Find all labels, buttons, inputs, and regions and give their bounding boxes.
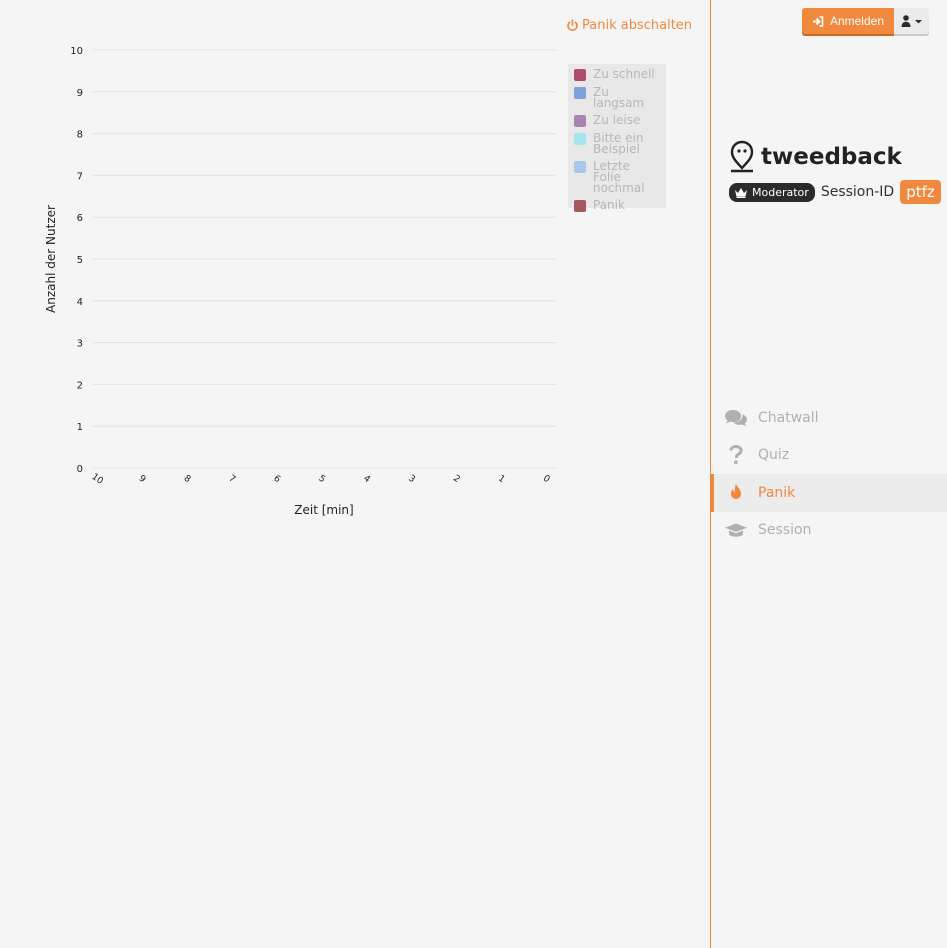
legend-item[interactable]: Zu langsam: [574, 85, 660, 110]
x-axis-label: Zeit [min]: [294, 503, 353, 517]
moderator-badge: Moderator: [729, 182, 815, 202]
sidebar-item-label: Quiz: [758, 447, 790, 464]
sidebar: Anmelden tweedback Moderator Session-ID …: [710, 0, 947, 948]
sidebar-item-panik[interactable]: Panik: [711, 474, 947, 512]
legend-swatch: [574, 115, 586, 127]
crown-icon: [735, 187, 747, 198]
x-tick-label: 4: [361, 474, 372, 486]
legend-item[interactable]: Zu schnell: [574, 67, 660, 81]
x-tick-label: 5: [316, 474, 326, 485]
legend-item[interactable]: Letzte Folie nochmal: [574, 159, 660, 195]
legend-label: Bitte ein Beispiel: [593, 131, 644, 156]
y-tick-label: 1: [77, 422, 83, 433]
tweedback-logo-icon: [730, 140, 754, 173]
session-id-label: Session-ID: [820, 184, 895, 200]
question-icon: [724, 445, 748, 465]
panic-off-button[interactable]: Panik abschalten: [566, 18, 692, 33]
legend-label: Letzte Folie nochmal: [593, 159, 645, 195]
account-controls: Anmelden: [801, 8, 929, 34]
legend-swatch: [574, 161, 586, 173]
x-tick-label: 10: [90, 472, 105, 487]
y-axis-label: Anzahl der Nutzer: [44, 205, 58, 313]
sidebar-nav: Chatwall Quiz Panik Session: [711, 399, 947, 549]
legend-label: Zu schnell: [593, 67, 655, 81]
x-tick-label: 2: [451, 474, 461, 485]
legend-item[interactable]: Zu leise: [574, 113, 660, 127]
x-tick-label: 1: [496, 474, 506, 485]
sidebar-item-label: Session: [758, 522, 812, 539]
y-tick-label: 2: [77, 380, 83, 391]
y-tick-label: 10: [70, 46, 83, 57]
sidebar-item-quiz[interactable]: Quiz: [711, 437, 947, 475]
legend-swatch: [574, 69, 586, 81]
legend-label: Zu leise: [593, 113, 641, 127]
fire-icon: [724, 483, 748, 503]
legend-swatch: [574, 133, 586, 145]
legend-swatch: [574, 87, 586, 99]
y-tick-label: 6: [77, 213, 83, 224]
sidebar-item-label: Chatwall: [758, 409, 819, 426]
y-tick-label: 4: [77, 297, 83, 308]
sidebar-item-label: Panik: [758, 484, 796, 501]
y-tick-label: 7: [77, 171, 83, 182]
y-tick-label: 3: [77, 339, 83, 350]
session-info: Moderator Session-ID ptfz: [729, 180, 941, 204]
comments-icon: [724, 408, 748, 428]
x-tick-label: 7: [227, 474, 237, 485]
brand-logo: tweedback: [729, 140, 902, 173]
legend-label: Panik: [593, 198, 625, 212]
legend-item[interactable]: Bitte ein Beispiel: [574, 131, 660, 156]
main-panel: 0 1 2 3 4 5 6 7 8 9 10 10 9 8 7 6 5 4 3 2 1 0 Anzahl der Nutze…: [0, 0, 710, 948]
user-menu-button[interactable]: [894, 8, 929, 34]
y-tick-label: 0: [77, 464, 83, 475]
sidebar-item-chatwall[interactable]: Chatwall: [711, 399, 947, 437]
panic-off-label: Panik abschalten: [582, 18, 693, 33]
login-label: Anmelden: [829, 14, 884, 28]
x-tick-label: 9: [137, 474, 148, 486]
sidebar-item-session[interactable]: Session: [711, 512, 947, 550]
x-tick-label: 6: [272, 474, 283, 486]
y-tick-label: 8: [77, 130, 83, 141]
power-icon: [567, 19, 578, 31]
login-button[interactable]: Anmelden: [801, 8, 894, 34]
x-tick-label: 8: [182, 474, 193, 486]
y-tick-label: 9: [77, 88, 83, 99]
x-tick-label: 0: [541, 474, 552, 486]
sign-in-icon: [812, 15, 824, 27]
legend-label: Zu langsam: [593, 85, 645, 110]
legend-item[interactable]: Panik: [574, 198, 660, 212]
user-icon: [901, 15, 922, 27]
session-id-value: ptfz: [900, 180, 941, 204]
legend-swatch: [574, 200, 586, 212]
moderator-label: Moderator: [752, 185, 809, 199]
brand-name: tweedback: [761, 143, 902, 170]
y-tick-label: 5: [77, 255, 83, 266]
graduation-cap-icon: [724, 520, 748, 540]
chevron-down-icon: [914, 20, 922, 24]
x-tick-label: 3: [406, 474, 416, 485]
chart-legend: Zu schnell Zu langsam Zu leise Bitte ein Be…: [568, 64, 666, 212]
